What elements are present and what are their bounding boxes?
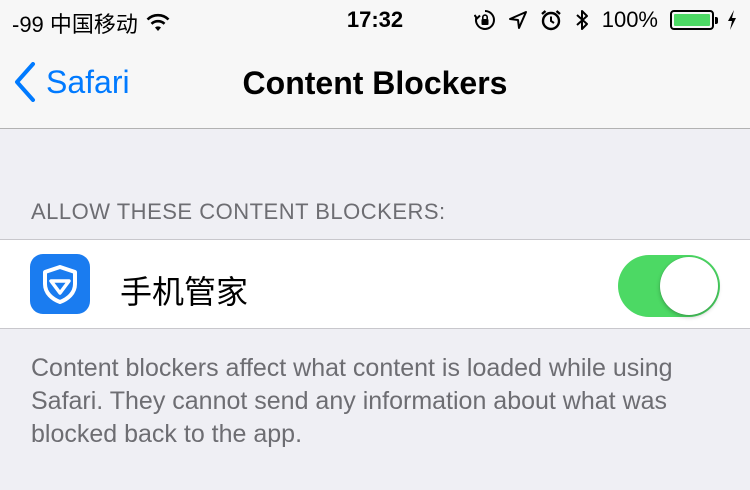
top-bar: -99 中国移动 17:32 100% Safari Content Block… — [0, 0, 750, 129]
orientation-lock-icon — [473, 9, 496, 31]
alarm-icon — [540, 9, 562, 31]
location-icon — [508, 10, 528, 30]
battery-icon — [670, 10, 718, 30]
tencent-shield-app-icon — [30, 254, 90, 314]
battery-nub — [715, 17, 718, 24]
toggle-knob[interactable] — [660, 257, 718, 315]
section-header: ALLOW THESE CONTENT BLOCKERS: — [31, 199, 446, 224]
bluetooth-icon — [574, 8, 590, 32]
battery-level-fill — [674, 14, 710, 26]
content-blocker-label: 手机管家 — [120, 273, 249, 311]
content-blocker-toggle[interactable] — [618, 255, 720, 317]
page-title: Content Blockers — [242, 65, 508, 101]
status-right: 100% — [473, 7, 738, 33]
settings-screen: -99 中国移动 17:32 100% Safari Content Block… — [0, 0, 750, 490]
status-bar: -99 中国移动 17:32 100% — [0, 0, 750, 40]
navigation-bar: Safari Content Blockers — [0, 40, 750, 128]
battery-percent: 100% — [601, 7, 658, 32]
section-footer: Content blockers affect what content is … — [31, 354, 673, 448]
content-blocker-row: 手机管家 — [0, 239, 750, 329]
charging-icon — [726, 9, 738, 31]
